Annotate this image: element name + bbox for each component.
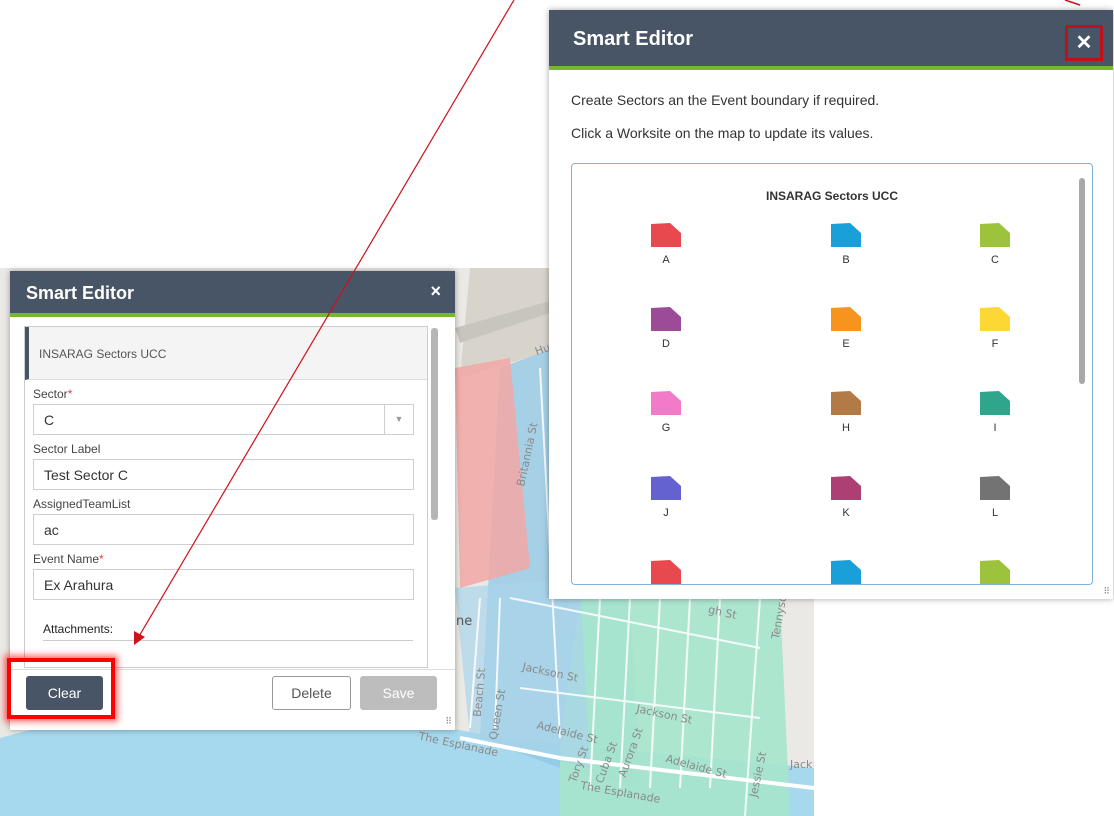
event-name-label: Event Name*	[33, 552, 104, 566]
template-label: C	[991, 254, 999, 266]
polygon-symbol-icon	[980, 391, 1010, 415]
save-button[interactable]: Save	[360, 676, 437, 710]
template-item[interactable]: E	[816, 306, 876, 350]
template-label: L	[991, 507, 999, 519]
template-item[interactable]: C	[965, 222, 1025, 266]
template-item[interactable]	[965, 559, 1025, 584]
instruction-text: Click a Worksite on the map to update it…	[571, 125, 874, 141]
template-group-title: INSARAG Sectors UCC	[765, 189, 899, 203]
panel-header: Smart Editor ✕	[549, 10, 1113, 70]
assigned-team-list-label: AssignedTeamList	[33, 497, 131, 511]
template-label: E	[842, 338, 850, 350]
street-label: Jack	[790, 758, 813, 771]
close-icon[interactable]: ×	[430, 281, 441, 302]
polygon-symbol-icon	[831, 307, 861, 331]
polygon-symbol-icon	[980, 307, 1010, 331]
template-item[interactable]: L	[965, 475, 1025, 519]
template-item[interactable]: H	[816, 390, 876, 434]
resize-handle-icon[interactable]: ⠿	[445, 716, 452, 727]
header-accent-bar	[549, 66, 1113, 70]
polygon-symbol-icon	[831, 391, 861, 415]
template-label: J	[663, 507, 669, 519]
template-item[interactable]	[816, 559, 876, 584]
template-header: INSARAG Sectors UCC	[25, 327, 427, 380]
polygon-symbol-icon	[831, 560, 861, 584]
polygon-symbol-icon	[651, 476, 681, 500]
attribute-form[interactable]: INSARAG Sectors UCC Sector* C ▼ Sector L…	[24, 326, 428, 668]
annotation-arrow	[1064, 0, 1081, 6]
template-item[interactable]: K	[816, 475, 876, 519]
close-icon[interactable]: ✕	[1068, 28, 1100, 58]
close-button-highlight[interactable]: ✕	[1065, 25, 1103, 61]
dropdown-arrow-icon[interactable]: ▼	[384, 405, 413, 434]
template-scrollbar[interactable]	[1079, 178, 1085, 384]
template-label: I	[993, 422, 997, 434]
polygon-symbol-icon	[651, 307, 681, 331]
attachments-divider	[43, 640, 413, 641]
assigned-team-list-input[interactable]: ac	[33, 514, 414, 545]
template-label: G	[661, 422, 671, 434]
form-scrollbar[interactable]	[431, 328, 438, 520]
template-label: A	[662, 254, 670, 266]
template-item[interactable]: D	[636, 306, 696, 350]
polygon-symbol-icon	[980, 560, 1010, 584]
template-label: K	[842, 507, 850, 519]
panel-title: Smart Editor	[573, 28, 694, 50]
template-label: H	[842, 422, 850, 434]
polygon-symbol-icon	[831, 476, 861, 500]
street-label: ne	[456, 614, 473, 629]
template-picker[interactable]: INSARAG Sectors UCC A B C D E F G H I J K L	[571, 163, 1093, 585]
polygon-symbol-icon	[651, 560, 681, 584]
template-item[interactable]: G	[636, 390, 696, 434]
template-item[interactable]: J	[636, 475, 696, 519]
clear-button-highlight	[7, 658, 115, 719]
polygon-symbol-icon	[651, 223, 681, 247]
template-name: INSARAG Sectors UCC	[39, 347, 167, 361]
panel-header: Smart Editor ×	[10, 271, 455, 317]
instruction-text: Create Sectors an the Event boundary if …	[571, 92, 880, 108]
template-label: F	[991, 338, 999, 350]
smart-editor-template-panel: Smart Editor ✕ Create Sectors an the Eve…	[549, 10, 1113, 599]
sector-label-field-label: Sector Label	[33, 442, 101, 456]
event-name-input[interactable]: Ex Arahura	[33, 569, 414, 600]
sector-select[interactable]: C ▼	[33, 404, 414, 435]
template-item[interactable]: A	[636, 222, 696, 266]
polygon-symbol-icon	[651, 391, 681, 415]
template-item[interactable]: F	[965, 306, 1025, 350]
sector-label: Sector*	[33, 387, 73, 401]
template-item[interactable]: B	[816, 222, 876, 266]
template-label: D	[662, 338, 670, 350]
polygon-symbol-icon	[831, 223, 861, 247]
attachments-label: Attachments:	[43, 622, 114, 636]
panel-title: Smart Editor	[26, 283, 135, 303]
template-item[interactable]	[636, 559, 696, 584]
delete-button[interactable]: Delete	[272, 676, 351, 710]
polygon-symbol-icon	[980, 476, 1010, 500]
sector-label-input[interactable]: Test Sector C	[33, 459, 414, 490]
template-item[interactable]: I	[965, 390, 1025, 434]
resize-handle-icon[interactable]: ⠿	[1103, 586, 1110, 597]
sector-value: C	[44, 412, 55, 428]
template-label: B	[842, 254, 850, 266]
header-accent-bar	[10, 313, 455, 317]
polygon-symbol-icon	[980, 223, 1010, 247]
